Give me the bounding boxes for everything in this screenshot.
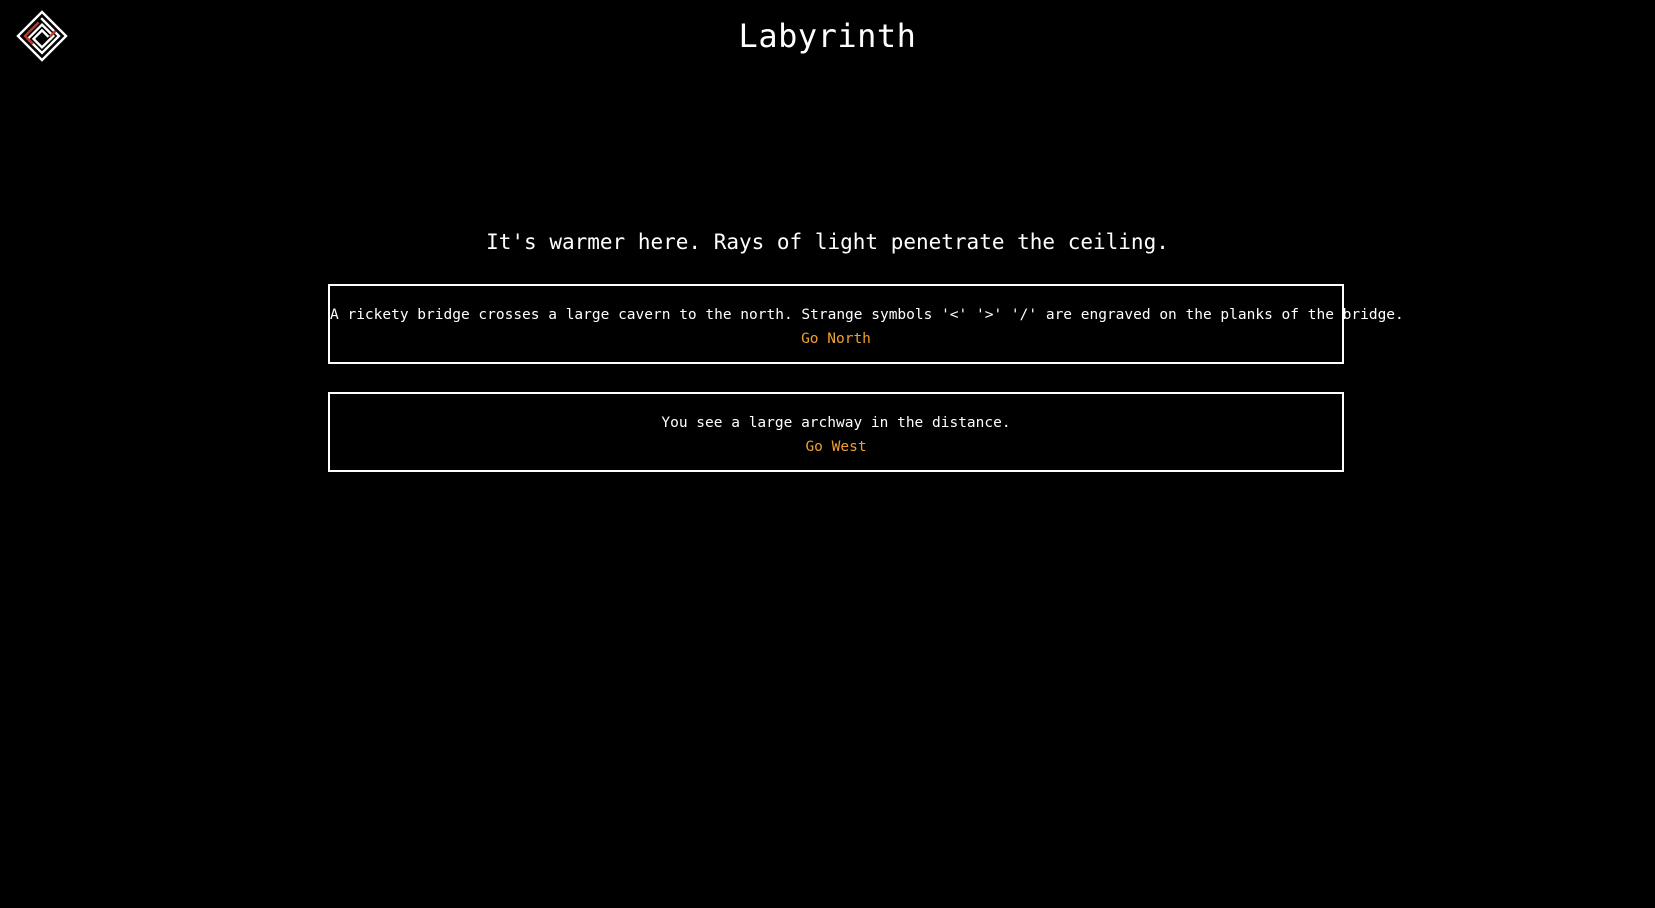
go-west-link[interactable]: Go West bbox=[805, 437, 866, 457]
choice-card-west: You see a large archway in the distance.… bbox=[328, 392, 1344, 472]
go-north-link[interactable]: Go North bbox=[801, 329, 871, 349]
game-page: Labyrinth It's warmer here. Rays of ligh… bbox=[0, 0, 1655, 908]
choice-description: You see a large archway in the distance. bbox=[661, 415, 1011, 431]
choice-card-north: A rickety bridge crosses a large cavern … bbox=[328, 284, 1404, 364]
game-title: Labyrinth bbox=[738, 17, 917, 55]
choice-description: A rickety bridge crosses a large cavern … bbox=[330, 307, 1404, 323]
scene-description: It's warmer here. Rays of light penetrat… bbox=[486, 230, 1169, 254]
